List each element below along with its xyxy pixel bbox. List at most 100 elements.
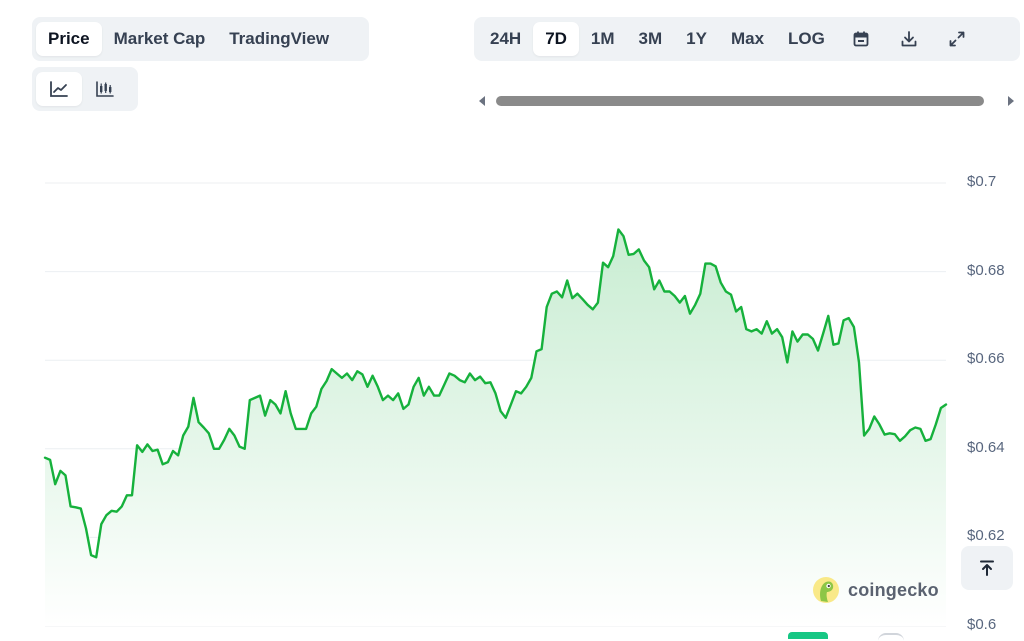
range-max[interactable]: Max	[719, 22, 776, 56]
price-point	[770, 332, 774, 336]
price-point	[560, 295, 564, 299]
candlestick-chart-button[interactable]	[82, 72, 128, 106]
fullscreen-button[interactable]	[933, 22, 981, 56]
price-point	[652, 287, 656, 291]
y-tick-label: $0.68	[967, 261, 1005, 279]
price-point	[575, 292, 579, 296]
price-point	[330, 367, 334, 371]
price-point	[422, 394, 426, 398]
y-tick-label: $0.6	[967, 616, 997, 633]
price-point	[719, 281, 723, 285]
price-point	[765, 319, 769, 323]
y-tick-label: $0.66	[967, 350, 1005, 368]
coingecko-watermark: coingecko	[812, 576, 939, 604]
price-point	[381, 398, 385, 402]
price-point	[514, 389, 518, 393]
price-point	[924, 439, 928, 443]
price-point	[314, 405, 318, 409]
price-point	[550, 292, 554, 296]
price-point	[238, 445, 242, 449]
time-range-tabs: 24H 7D 1M 3M 1Y Max LOG	[474, 17, 1020, 61]
price-point	[442, 383, 446, 387]
price-point	[504, 416, 508, 420]
price-point	[345, 372, 349, 376]
metric-tabs: Price Market Cap TradingView	[32, 17, 369, 61]
candlestick-chart-icon	[96, 81, 114, 97]
price-point	[69, 504, 73, 508]
tab-tradingview[interactable]: TradingView	[217, 22, 341, 56]
price-point	[161, 462, 165, 466]
price-point	[893, 432, 897, 436]
price-point	[775, 327, 779, 331]
price-point	[596, 301, 600, 305]
price-point	[156, 448, 160, 452]
price-point	[545, 305, 549, 309]
price-point	[202, 426, 206, 430]
fullscreen-icon	[949, 31, 965, 47]
price-point	[279, 411, 283, 415]
line-chart-button[interactable]	[36, 72, 82, 106]
price-point	[396, 391, 400, 395]
download-button[interactable]	[885, 22, 933, 56]
log-scale-toggle[interactable]: LOG	[776, 22, 837, 56]
price-point	[473, 378, 477, 382]
chart-range-scrollbar[interactable]	[474, 90, 1020, 112]
price-point	[632, 252, 636, 256]
price-point	[601, 261, 605, 265]
watermark-text: coingecko	[848, 579, 939, 600]
price-point	[796, 340, 800, 344]
scroll-right-arrow-icon[interactable]	[1008, 96, 1014, 106]
price-point	[847, 316, 851, 320]
price-point	[340, 376, 344, 380]
price-point	[263, 414, 267, 418]
price-point	[427, 385, 431, 389]
price-point	[232, 434, 236, 438]
price-point	[437, 394, 441, 398]
price-point	[606, 265, 610, 269]
price-point	[115, 510, 119, 514]
price-point	[258, 394, 262, 398]
price-point	[622, 234, 626, 238]
range-1m[interactable]: 1M	[579, 22, 627, 56]
scroll-left-arrow-icon[interactable]	[479, 96, 485, 106]
price-point	[499, 409, 503, 413]
price-point	[319, 387, 323, 391]
price-point	[58, 469, 62, 473]
price-point	[565, 279, 569, 283]
range-24h[interactable]: 24H	[478, 22, 533, 56]
price-point	[627, 253, 631, 257]
price-point	[176, 453, 180, 457]
price-point	[166, 460, 170, 464]
line-chart-icon	[50, 81, 68, 97]
price-point	[616, 228, 620, 232]
price-point	[785, 360, 789, 364]
price-point	[412, 385, 416, 389]
tab-price[interactable]: Price	[36, 22, 102, 56]
range-3m[interactable]: 3M	[627, 22, 675, 56]
tab-market-cap[interactable]: Market Cap	[102, 22, 218, 56]
price-point	[657, 279, 661, 283]
price-point	[555, 290, 559, 294]
scroll-to-top-button[interactable]	[961, 546, 1013, 590]
price-point	[186, 425, 190, 429]
price-point	[355, 369, 359, 373]
price-point	[570, 296, 574, 300]
price-point	[852, 325, 856, 329]
price-point	[217, 447, 221, 451]
scrollbar-thumb[interactable]	[496, 96, 984, 106]
range-7d[interactable]: 7D	[533, 22, 579, 56]
price-point	[586, 303, 590, 307]
price-point	[294, 427, 298, 431]
price-point	[401, 407, 405, 411]
price-point	[903, 434, 907, 438]
price-point	[714, 264, 718, 268]
price-point	[99, 522, 103, 526]
date-range-button[interactable]	[837, 22, 885, 56]
price-point	[929, 437, 933, 441]
price-point	[934, 422, 938, 426]
price-point	[135, 443, 139, 447]
range-1y[interactable]: 1Y	[674, 22, 719, 56]
price-point	[662, 290, 666, 294]
y-tick-label: $0.7	[967, 173, 997, 190]
price-point	[693, 303, 697, 307]
